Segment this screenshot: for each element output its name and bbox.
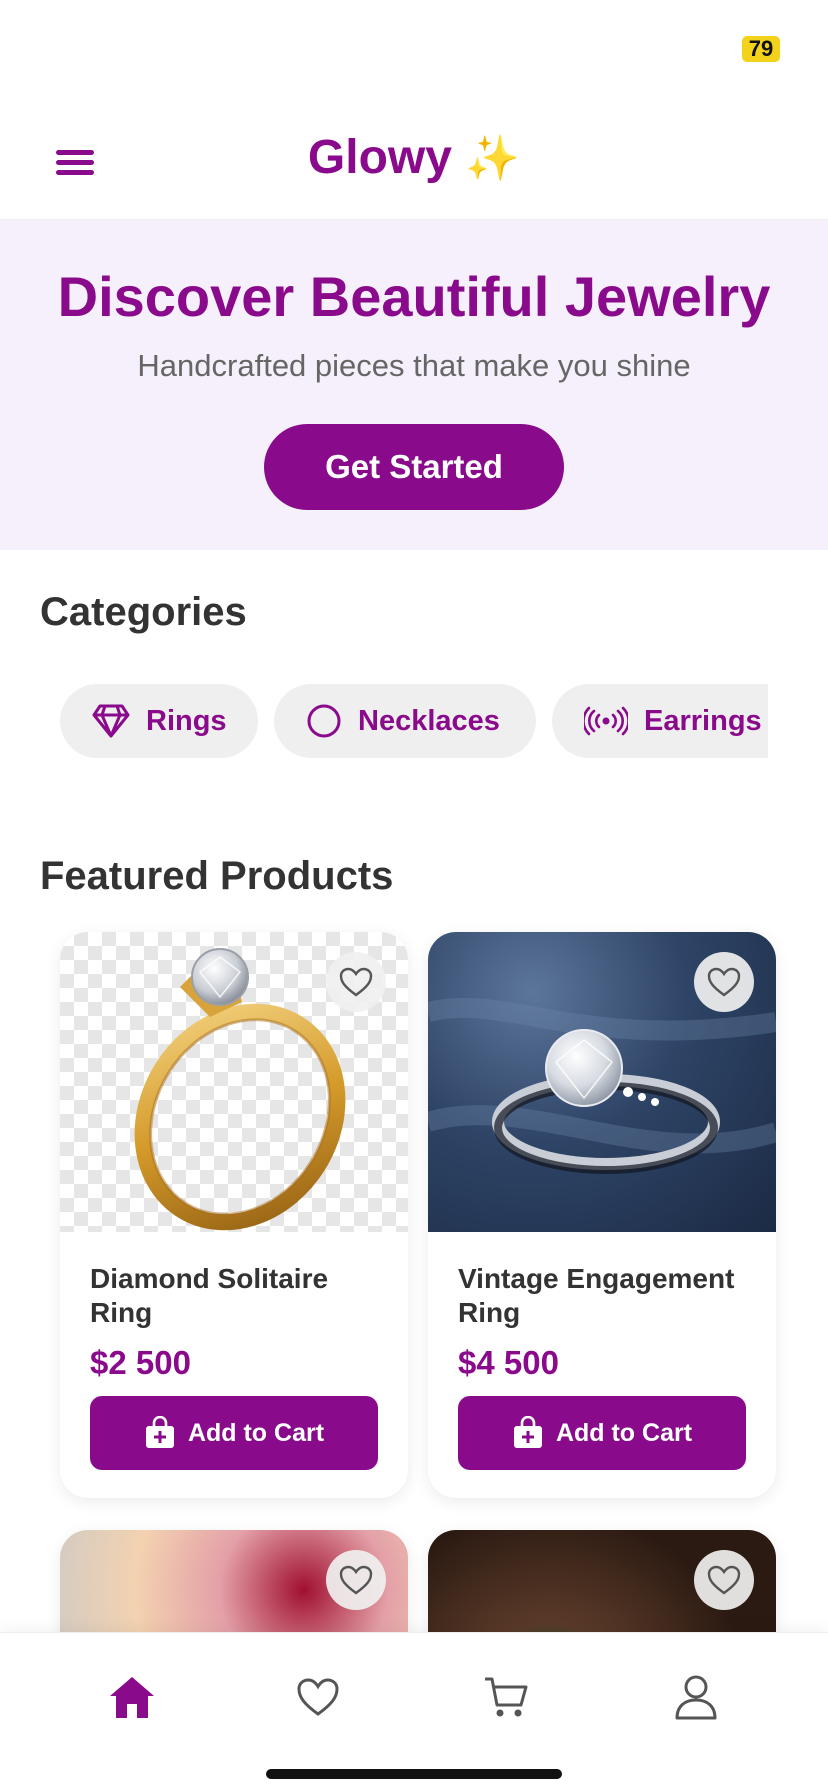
heart-outline-icon xyxy=(339,1565,373,1595)
profile-icon xyxy=(675,1675,717,1720)
favorite-button[interactable] xyxy=(326,952,386,1012)
product-image[interactable] xyxy=(428,932,776,1232)
add-to-cart-label: Add to Cart xyxy=(187,1418,325,1447)
home-icon xyxy=(110,1677,154,1718)
category-chip-label: Necklaces xyxy=(358,704,500,737)
product-name: Vintage Engagement Ring xyxy=(458,1263,735,1328)
heart-outline-icon xyxy=(707,967,741,997)
nav-favorites[interactable] xyxy=(288,1669,348,1725)
battery-level: 79 xyxy=(742,36,780,62)
product-price: $2 500 xyxy=(90,1344,191,1381)
category-chip-label: Earrings xyxy=(644,704,762,737)
heart-outline-icon xyxy=(707,1565,741,1595)
add-to-cart-label: Add to Cart xyxy=(555,1418,693,1447)
category-chip-label: Rings xyxy=(146,704,227,737)
bottom-navigation xyxy=(0,1632,828,1792)
nav-cart[interactable] xyxy=(476,1669,536,1725)
app-header: Glowy ✨ xyxy=(0,100,828,220)
favorite-button[interactable] xyxy=(694,1550,754,1610)
category-chip-earrings[interactable]: Earrings xyxy=(552,684,768,758)
product-card[interactable]: Vintage Engagement Ring $4 500 Add to Ca… xyxy=(428,932,776,1498)
add-to-cart-button[interactable]: Add to Cart xyxy=(458,1396,746,1470)
get-started-button[interactable]: Get Started xyxy=(264,424,564,510)
product-name: Diamond Solitaire Ring xyxy=(90,1263,329,1328)
shopping-bag-plus-icon xyxy=(513,1416,542,1448)
shopping-bag-plus-icon xyxy=(145,1416,174,1448)
radio-waves-icon xyxy=(584,706,628,736)
diamond-icon xyxy=(92,704,130,738)
heart-outline-icon xyxy=(339,967,373,997)
product-image[interactable] xyxy=(60,932,408,1232)
product-price: $4 500 xyxy=(458,1344,559,1381)
app-title: Glowy ✨ xyxy=(0,130,828,185)
nav-profile[interactable] xyxy=(666,1669,726,1725)
featured-products-title: Featured Products xyxy=(40,854,394,898)
favorite-button[interactable] xyxy=(694,952,754,1012)
hero-subtitle: Handcrafted pieces that make you shine xyxy=(137,348,691,383)
circle-icon xyxy=(307,704,341,738)
add-to-cart-button[interactable]: Add to Cart xyxy=(90,1396,378,1470)
hero-title: Discover Beautiful Jewelry xyxy=(57,265,771,328)
sparkle-icon: ✨ xyxy=(465,134,521,183)
heart-icon xyxy=(297,1678,339,1716)
favorite-button[interactable] xyxy=(326,1550,386,1610)
hero-banner: Discover Beautiful Jewelry Handcrafted p… xyxy=(0,220,828,550)
home-indicator xyxy=(266,1769,562,1779)
app-title-text: Glowy xyxy=(307,131,452,184)
category-chip-rings[interactable]: Rings xyxy=(60,684,258,758)
status-bar: 79 xyxy=(0,0,828,100)
product-card[interactable]: Diamond Solitaire Ring $2 500 Add to Car… xyxy=(60,932,408,1498)
categories-title: Categories xyxy=(40,590,247,634)
cart-icon xyxy=(485,1677,528,1717)
category-chip-necklaces[interactable]: Necklaces xyxy=(274,684,536,758)
nav-home[interactable] xyxy=(102,1669,162,1725)
